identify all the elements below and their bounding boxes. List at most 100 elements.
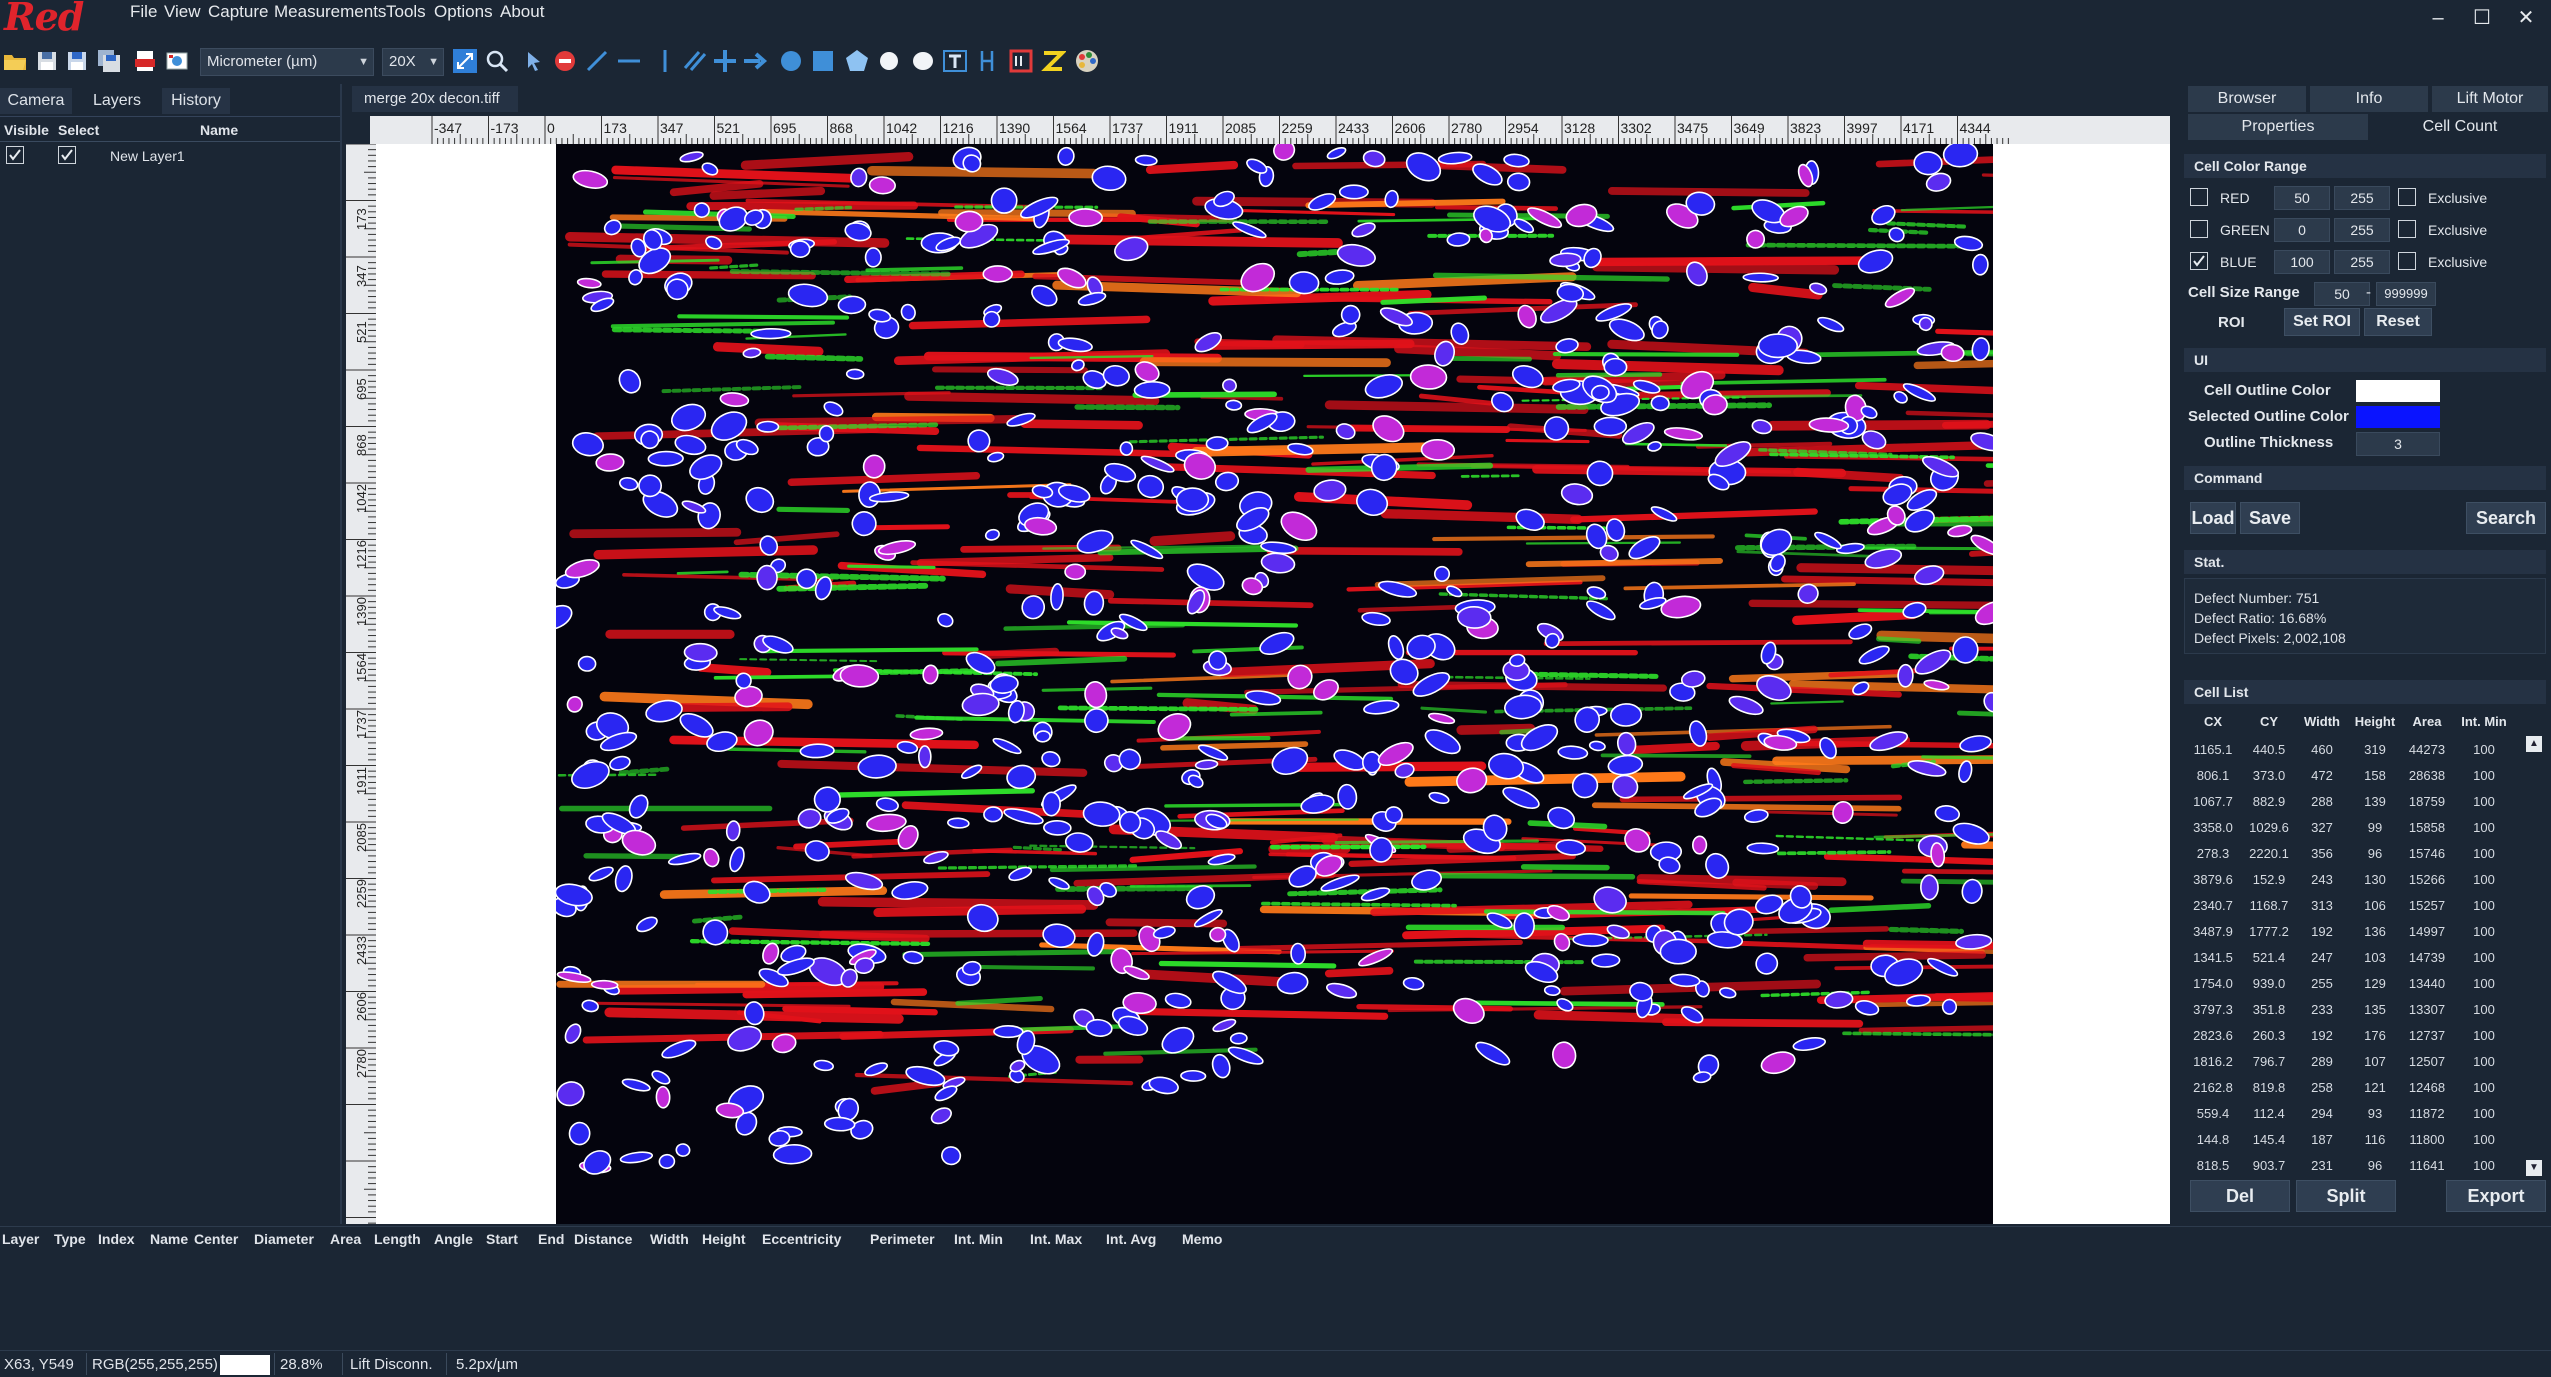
- cell-nucleus[interactable]: [864, 247, 882, 268]
- measure-col-int-avg[interactable]: Int. Avg: [1106, 1231, 1156, 1247]
- cell-nucleus[interactable]: [1420, 438, 1456, 461]
- cell-nucleus[interactable]: [1959, 734, 1993, 754]
- cell-nucleus[interactable]: [1727, 693, 1765, 718]
- red-checkbox[interactable]: [2190, 188, 2208, 206]
- cell-nucleus[interactable]: [1473, 1038, 1513, 1069]
- measure-col-int-max[interactable]: Int. Max: [1030, 1231, 1082, 1247]
- cell-nucleus[interactable]: [1269, 743, 1311, 779]
- cell-nucleus[interactable]: [1856, 246, 1896, 277]
- cell-nucleus[interactable]: [772, 1144, 813, 1165]
- microscopy-image[interactable]: [556, 144, 1993, 1224]
- cell-nucleus[interactable]: [1245, 156, 1269, 175]
- cell-list-row[interactable]: 1165.1 440.5 460 319 44273 100: [2184, 736, 2524, 762]
- cell-list-row[interactable]: 2823.6 260.3 192 176 12737 100: [2184, 1022, 2524, 1048]
- cell-nucleus[interactable]: [635, 914, 660, 934]
- cell-nucleus[interactable]: [940, 1145, 962, 1166]
- cell-list-row[interactable]: 1341.5 521.4 247 103 14739 100: [2184, 944, 2524, 970]
- cell-nucleus[interactable]: [1043, 819, 1072, 836]
- cell-nucleus[interactable]: [1586, 460, 1614, 487]
- green-min-field[interactable]: 0: [2274, 218, 2330, 242]
- cell-nucleus[interactable]: [1902, 506, 1938, 537]
- cell-list-row[interactable]: 818.5 903.7 231 96 11641 100: [2184, 1152, 2524, 1178]
- cell-nucleus[interactable]: [1816, 315, 1845, 335]
- cell-nucleus[interactable]: [1506, 172, 1531, 192]
- cell-nucleus[interactable]: [1164, 991, 1192, 1009]
- measure-col-distance[interactable]: Distance: [574, 1231, 632, 1247]
- menu-measurements[interactable]: Measurements: [274, 2, 386, 22]
- cell-nucleus[interactable]: [1433, 565, 1451, 583]
- cell-nucleus[interactable]: [1085, 1018, 1113, 1037]
- cell-nucleus[interactable]: [1892, 390, 1909, 405]
- cell-nucleus[interactable]: [1759, 1049, 1797, 1077]
- measure-col-area[interactable]: Area: [330, 1231, 361, 1247]
- cell-nucleus[interactable]: [868, 176, 896, 195]
- cell-nucleus[interactable]: [1307, 191, 1338, 214]
- cell-nucleus[interactable]: [813, 1059, 834, 1072]
- cell-nucleus[interactable]: [701, 847, 721, 869]
- cell-nucleus[interactable]: [742, 483, 778, 517]
- cell-nucleus[interactable]: [1378, 304, 1414, 329]
- cell-nucleus[interactable]: [1588, 740, 1606, 752]
- cell-nucleus[interactable]: [1551, 1040, 1578, 1069]
- measure-col-diameter[interactable]: Diameter: [254, 1231, 314, 1247]
- menu-tools[interactable]: Tools: [386, 2, 426, 22]
- cell-nucleus[interactable]: [615, 366, 644, 397]
- blue-min-field[interactable]: 100: [2274, 250, 2330, 274]
- cell-nucleus[interactable]: [568, 757, 613, 793]
- cell-nucleus[interactable]: [638, 474, 663, 498]
- blue-max-field[interactable]: 255: [2334, 250, 2390, 274]
- cell-nucleus[interactable]: [1753, 950, 1781, 977]
- cell-nucleus[interactable]: [900, 303, 917, 322]
- cell-nucleus[interactable]: [1361, 751, 1382, 774]
- cell-list-row[interactable]: 806.1 373.0 472 158 28638 100: [2184, 762, 2524, 788]
- red-max-field[interactable]: 255: [2334, 186, 2390, 210]
- measure-col-start[interactable]: Start: [486, 1231, 518, 1247]
- cell-nucleus[interactable]: [727, 846, 746, 873]
- cell-nucleus[interactable]: [1276, 971, 1309, 996]
- pointer-icon[interactable]: [522, 48, 548, 74]
- minimize-icon[interactable]: –: [2424, 6, 2452, 30]
- cell-nucleus[interactable]: [1357, 946, 1394, 969]
- measure-col-int-min[interactable]: Int. Min: [954, 1231, 1003, 1247]
- cell-nucleus[interactable]: [1271, 144, 1297, 163]
- cell-nucleus[interactable]: [1456, 605, 1492, 629]
- cell-nucleus[interactable]: [1338, 184, 1369, 200]
- cell-nucleus[interactable]: [1663, 426, 1704, 442]
- cell-nucleus[interactable]: [686, 450, 726, 484]
- cell-nucleus[interactable]: [1133, 380, 1171, 399]
- cell-nucleus[interactable]: [1035, 730, 1051, 743]
- green-checkbox[interactable]: [2190, 220, 2208, 238]
- cell-nucleus[interactable]: [1119, 441, 1134, 456]
- cell-nucleus[interactable]: [845, 368, 865, 380]
- cell-nucleus[interactable]: [1325, 981, 1358, 1001]
- cell-nucleus[interactable]: [1692, 835, 1708, 855]
- cell-nucleus[interactable]: [725, 1022, 765, 1055]
- cell-nucleus[interactable]: [1057, 336, 1093, 353]
- cell-size-max-field[interactable]: 999999: [2376, 282, 2436, 306]
- cell-nucleus[interactable]: [1857, 643, 1891, 667]
- vertical-measure-icon[interactable]: [974, 48, 1000, 74]
- cell-nucleus[interactable]: [1918, 316, 1933, 332]
- cell-nucleus[interactable]: [983, 806, 1003, 823]
- cell-nucleus[interactable]: [1082, 801, 1121, 828]
- cell-nucleus[interactable]: [1557, 745, 1589, 760]
- cell-nucleus[interactable]: [1428, 791, 1450, 806]
- cell-nucleus[interactable]: [839, 664, 880, 688]
- cell-nucleus[interactable]: [590, 979, 619, 990]
- cell-nucleus[interactable]: [556, 601, 576, 634]
- green-max-field[interactable]: 255: [2334, 218, 2390, 242]
- cell-nucleus[interactable]: [922, 664, 939, 685]
- menu-file[interactable]: File: [130, 2, 157, 22]
- cell-nucleus[interactable]: [683, 642, 718, 663]
- cell-nucleus[interactable]: [1560, 482, 1594, 507]
- cell-nucleus[interactable]: [1660, 594, 1702, 621]
- selected-outline-color-swatch[interactable]: [2356, 406, 2440, 428]
- cell-nucleus[interactable]: [577, 655, 597, 672]
- cell-nucleus[interactable]: [917, 745, 932, 769]
- cell-nucleus[interactable]: [1334, 422, 1356, 442]
- cell-list-row[interactable]: 278.3 2220.1 356 96 15746 100: [2184, 840, 2524, 866]
- measure-col-end[interactable]: End: [538, 1231, 564, 1247]
- cell-nucleus[interactable]: [756, 564, 778, 591]
- measure-col-perimeter[interactable]: Perimeter: [870, 1231, 935, 1247]
- export-button[interactable]: Export: [2446, 1180, 2546, 1212]
